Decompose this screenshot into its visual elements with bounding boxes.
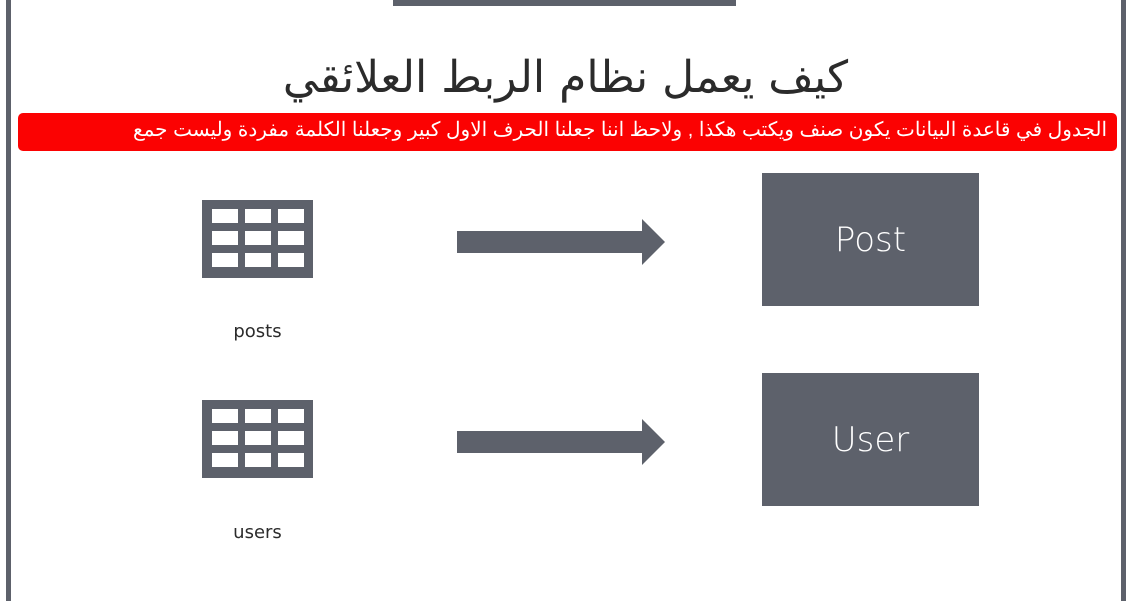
note-banner: الجدول في قاعدة البيانات يكون صنف ويكتب … xyxy=(18,113,1117,151)
table-icon xyxy=(202,200,313,278)
top-bar xyxy=(393,0,736,6)
model-box: User xyxy=(762,373,979,506)
table-name-label: posts xyxy=(233,321,282,342)
right-arrow-icon xyxy=(457,219,665,265)
right-arrow-icon xyxy=(457,419,665,465)
table-icon xyxy=(202,400,313,478)
model-name-label: Post xyxy=(834,219,907,260)
table-name-label: users xyxy=(233,522,282,543)
model-box: Post xyxy=(762,173,979,306)
slide-title: كيف يعمل نظام الربط العلائقي xyxy=(282,52,849,103)
model-name-label: User xyxy=(831,419,910,460)
